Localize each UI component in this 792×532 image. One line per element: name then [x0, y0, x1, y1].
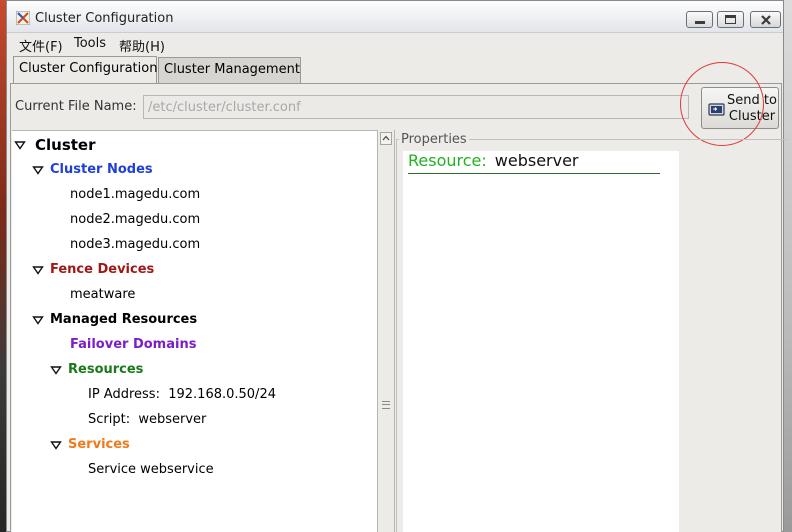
tree-item-node1[interactable]: node1.magedu.com [70, 185, 200, 205]
resource-divider [408, 173, 660, 174]
tree-label-resources: Resources [68, 362, 144, 377]
tree-label-managed-resources: Managed Resources [50, 312, 198, 327]
tree-label-services: Services [68, 437, 130, 452]
tree-item-node3[interactable]: node3.magedu.com [70, 235, 200, 255]
menu-file[interactable]: 文件(F) [19, 36, 63, 55]
tab-cluster-configuration[interactable]: Cluster Configuration [13, 56, 157, 84]
tree-item-meatware[interactable]: meatware [70, 285, 135, 305]
app-icon [16, 11, 30, 25]
send-to-cluster-label-line2: Cluster [728, 109, 776, 124]
tree-label-meatware: meatware [70, 287, 136, 302]
menu-help[interactable]: 帮助(H) [119, 36, 165, 55]
scroll-up-button[interactable] [380, 132, 392, 145]
tree-item-node2[interactable]: node2.magedu.com [70, 210, 200, 230]
properties-view: Resource: webserver [403, 151, 679, 532]
tree-item-service-webservice[interactable]: Service webservice [88, 460, 214, 480]
tab-cluster-management[interactable]: Cluster Management [158, 57, 301, 84]
maximize-icon [725, 15, 736, 24]
tree-node-failover-domains[interactable]: Failover Domains [70, 335, 196, 355]
resource-key: Resource: [408, 151, 487, 170]
expander-down-icon [14, 141, 26, 150]
resource-heading: Resource: webserver [408, 151, 579, 170]
tree-label-node2: node2.magedu.com [70, 212, 201, 227]
tree-label-node3: node3.magedu.com [70, 237, 201, 252]
expander-down-icon [32, 316, 44, 325]
tree-label-script: Script: webserver [88, 412, 207, 427]
send-to-cluster-icon [708, 103, 725, 116]
current-file-input[interactable] [143, 95, 689, 119]
menu-bar: 文件(F) Tools 帮助(H) [7, 33, 783, 55]
arrow-up-icon [382, 135, 390, 141]
resource-value: webserver [494, 151, 579, 170]
tree-label-fence-devices: Fence Devices [50, 262, 155, 277]
cluster-configuration-panel: Current File Name: Send to Cluster Clust… [10, 62, 787, 532]
expander-down-icon [50, 366, 62, 375]
properties-legend: Properties [399, 132, 469, 147]
tree-label-cluster: Cluster [35, 136, 96, 154]
properties-group: Properties Resource: webserver [396, 131, 787, 532]
window-title: Cluster Configuration [35, 11, 174, 26]
tree-label-failover-domains: Failover Domains [70, 337, 197, 352]
maximize-button[interactable] [717, 11, 744, 28]
close-button[interactable] [750, 11, 781, 28]
cluster-tree: Cluster Cluster Nodes node1.magedu.com n… [12, 130, 377, 532]
splitter-grip-icon[interactable] [382, 401, 390, 409]
minimize-button[interactable] [686, 11, 713, 28]
send-to-cluster-label-line1: Send to [727, 93, 777, 108]
tree-label-cluster-nodes: Cluster Nodes [50, 162, 153, 177]
panel-splitter[interactable] [377, 130, 395, 532]
cluster-config-window: Cluster Configuration 文件(F) Tools 帮助(H) … [6, 0, 787, 532]
close-icon [760, 14, 771, 25]
tab-bar: Cluster Configuration Cluster Management [7, 55, 783, 84]
minimize-icon [694, 21, 705, 24]
expander-down-icon [50, 441, 62, 450]
expander-down-icon [32, 266, 44, 275]
tree-item-ip-address[interactable]: IP Address: 192.168.0.50/24 [88, 385, 276, 405]
title-bar[interactable]: Cluster Configuration [7, 1, 783, 33]
tree-label-ip-address: IP Address: 192.168.0.50/24 [88, 387, 276, 402]
send-to-cluster-button[interactable]: Send to Cluster [701, 87, 779, 129]
menu-tools[interactable]: Tools [74, 36, 106, 51]
current-file-label: Current File Name: [15, 99, 137, 114]
tree-label-node1: node1.magedu.com [70, 187, 201, 202]
tree-label-service-webservice: Service webservice [88, 462, 214, 477]
expander-down-icon [32, 166, 44, 175]
tree-item-script[interactable]: Script: webserver [88, 410, 206, 430]
